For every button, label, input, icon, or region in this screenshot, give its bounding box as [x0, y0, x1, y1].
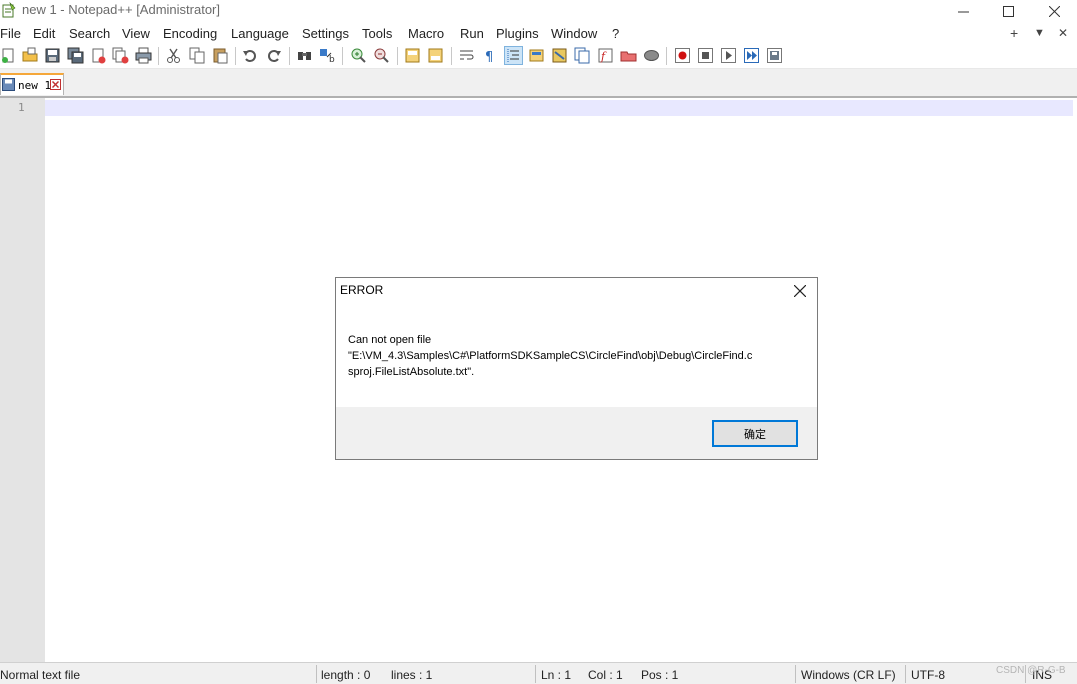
status-pos: Pos : 1 [641, 668, 679, 682]
tab-new-1[interactable]: new 1 [0, 73, 64, 95]
dialog-close-button[interactable] [785, 280, 815, 302]
status-eol: Windows (CR LF) [801, 668, 896, 682]
save-macro-icon[interactable] [766, 47, 783, 64]
menu-tools[interactable]: Tools [362, 26, 392, 41]
svg-text:b: b [329, 55, 335, 64]
menu-search[interactable]: Search [69, 26, 110, 41]
new-file-icon[interactable] [0, 47, 17, 64]
tab-list-dropdown-icon[interactable]: ▼ [1034, 27, 1045, 39]
print-icon[interactable] [135, 47, 152, 64]
run-multiple-macro-icon[interactable] [743, 47, 760, 64]
current-line-highlight [45, 100, 1073, 116]
minimize-button[interactable] [940, 0, 986, 22]
status-encoding: UTF-8 [911, 668, 945, 682]
menu-plugins[interactable]: Plugins [496, 26, 539, 41]
stop-record-icon[interactable] [697, 47, 714, 64]
menu-run[interactable]: Run [460, 26, 484, 41]
dialog-message-line: Can not open file [348, 334, 432, 346]
open-file-icon[interactable] [22, 47, 39, 64]
close-icon[interactable] [90, 47, 107, 64]
status-ln: Ln : 1 [541, 668, 572, 682]
zoom-in-icon[interactable] [350, 47, 367, 64]
status-lines: lines : 1 [391, 668, 433, 682]
record-macro-icon[interactable] [674, 47, 691, 64]
doc-list-icon[interactable] [574, 47, 591, 64]
undo-icon[interactable] [242, 47, 259, 64]
close-window-button[interactable] [1031, 0, 1077, 22]
dialog-message-line: "E:\VM_4.3\Samples\C#\PlatformSDKSampleC… [348, 350, 753, 362]
cut-icon[interactable] [165, 47, 182, 64]
tab-bar: new 1 [0, 69, 1077, 97]
ok-button[interactable]: 确定 [712, 420, 798, 447]
menu-view[interactable]: View [122, 26, 150, 41]
sync-vertical-icon[interactable] [404, 47, 421, 64]
status-bar: Normal text file length : 0 lines : 1 Ln… [0, 662, 1077, 684]
menu-encoding[interactable]: Encoding [163, 26, 217, 41]
sync-horizontal-icon[interactable] [427, 47, 444, 64]
folder-workspace-icon[interactable] [620, 47, 637, 64]
paste-icon[interactable] [212, 47, 229, 64]
monitoring-icon[interactable] [643, 47, 660, 64]
error-dialog: ERROR Can not open file "E:\VM_4.3\Sampl… [335, 277, 818, 460]
add-tab-icon[interactable]: + [1010, 25, 1018, 41]
window-title: new 1 - Notepad++ [Administrator] [22, 2, 220, 17]
line-number: 1 [18, 101, 25, 114]
unsaved-file-icon [2, 78, 15, 91]
copy-icon[interactable] [189, 47, 206, 64]
dialog-title: ERROR [340, 283, 384, 297]
close-icon [1048, 5, 1060, 17]
menu-settings[interactable]: Settings [302, 26, 349, 41]
menu-file[interactable]: File [0, 26, 21, 41]
maximize-button[interactable] [985, 0, 1031, 22]
status-col: Col : 1 [588, 668, 623, 682]
status-file-type: Normal text file [0, 668, 81, 682]
redo-icon[interactable] [265, 47, 282, 64]
watermark: CSDN @R-G-B [996, 665, 1066, 676]
menu-language[interactable]: Language [231, 26, 289, 41]
menu-help[interactable]: ? [612, 26, 619, 41]
menu-bar: File Edit Search View Encoding Language … [0, 24, 1077, 44]
save-icon[interactable] [44, 47, 61, 64]
line-number-gutter: 1 [0, 98, 45, 663]
status-length: length : 0 [321, 668, 371, 682]
zoom-out-icon[interactable] [373, 47, 390, 64]
menu-window[interactable]: Window [551, 26, 597, 41]
close-document-icon[interactable]: ✕ [1058, 26, 1068, 40]
dialog-message: Can not open file "E:\VM_4.3\Samples\C#\… [348, 332, 788, 380]
play-macro-icon[interactable] [720, 47, 737, 64]
show-all-chars-icon[interactable]: ¶ [481, 47, 498, 64]
doc-map-icon[interactable] [551, 47, 568, 64]
menu-macro[interactable]: Macro [408, 26, 444, 41]
function-list-icon[interactable]: f [597, 47, 614, 64]
minimize-icon [957, 11, 969, 12]
notepadpp-app-icon [2, 2, 16, 18]
tab-close-icon[interactable] [50, 79, 61, 90]
menu-edit[interactable]: Edit [33, 26, 55, 41]
dialog-message-line: sproj.FileListAbsolute.txt". [348, 366, 475, 378]
close-all-icon[interactable] [112, 47, 129, 64]
title-bar: new 1 - Notepad++ [Administrator] [0, 0, 1077, 22]
find-icon[interactable] [296, 47, 313, 64]
dialog-button-area: 确定 [336, 407, 817, 459]
user-language-icon[interactable] [528, 47, 545, 64]
indent-guide-icon[interactable] [504, 46, 523, 65]
tab-label: new 1 [18, 79, 52, 92]
maximize-icon [1002, 5, 1014, 17]
save-all-icon[interactable] [67, 47, 84, 64]
svg-text:¶: ¶ [485, 50, 493, 64]
toolbar: b ¶ f [0, 44, 1077, 69]
close-icon [794, 285, 806, 297]
word-wrap-icon[interactable] [458, 47, 475, 64]
replace-icon[interactable]: b [319, 47, 336, 64]
